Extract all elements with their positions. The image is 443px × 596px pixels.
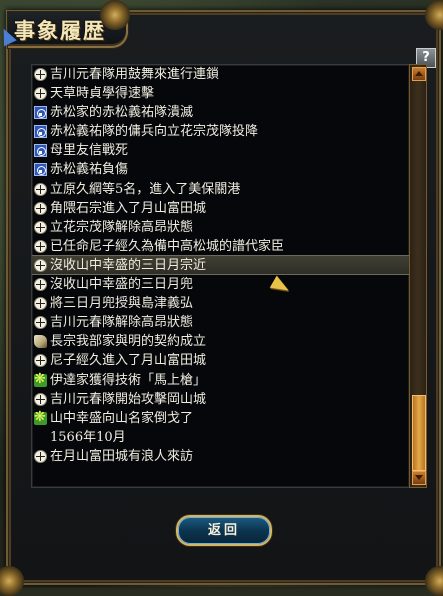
list-item[interactable]: 立花宗茂隊解除高昂狀態 — [32, 218, 409, 237]
return-button[interactable]: 返回 — [176, 515, 272, 546]
cross-icon — [34, 182, 47, 196]
cross-icon — [34, 392, 47, 406]
cross-icon — [34, 354, 47, 368]
list-item[interactable]: 吉川元春隊解除高昂狀態 — [32, 313, 409, 332]
list-item-label: 沒收山中幸盛的三日月宗近 — [50, 257, 207, 273]
event-list: 吉川元春隊用鼓舞來進行連鎖 天草時貞學得速擊赤松家的赤松義祐隊潰滅赤松義祐隊的傭兵… — [32, 65, 409, 466]
clan-icon — [34, 144, 47, 158]
list-item-label: 在月山富田城有浪人來訪 — [50, 448, 194, 464]
scroll-thumb[interactable] — [412, 395, 426, 471]
cross-icon — [34, 220, 47, 234]
scrollbar[interactable] — [409, 64, 427, 488]
list-item[interactable]: 角隈石宗進入了月山富田城 — [32, 199, 409, 218]
treaty-icon — [34, 335, 47, 349]
list-item[interactable]: 吉川元春隊用鼓舞來進行連鎖 — [32, 65, 409, 84]
list-item-label: 吉川元春隊開始攻擊岡山城 — [50, 391, 207, 407]
list-item-label: 伊達家獲得技術「馬上槍」 — [50, 372, 207, 388]
dialog-title: 事象履歴 — [14, 18, 106, 43]
list-item[interactable]: 沒收山中幸盛的三日月兜 — [32, 275, 409, 294]
list-item-label: 吉川元春隊用鼓舞來進行連鎖 — [50, 67, 220, 82]
list-item-label: 立花宗茂隊解除高昂狀態 — [50, 219, 194, 235]
clan-icon — [34, 163, 47, 177]
list-item-label: 已任命尼子經久為備中高松城的譜代家臣 — [50, 238, 285, 254]
list-item[interactable]: 沒收山中幸盛的三日月宗近 — [32, 254, 409, 276]
list-item-label: 將三日月兜授與島津義弘 — [50, 296, 194, 312]
list-item[interactable]: 山中幸盛向山名家倒戈了 — [32, 408, 409, 428]
corner-ornament-icon — [425, 566, 443, 596]
list-item-label: 赤松義祐隊的傭兵向立花宗茂隊投降 — [50, 124, 259, 140]
cross-icon — [34, 278, 47, 292]
list-item[interactable]: 伊達家獲得技術「馬上槍」 — [32, 370, 409, 390]
corner-ornament-icon — [425, 0, 443, 30]
scroll-up-icon[interactable] — [412, 67, 426, 81]
list-item[interactable]: 尼子經久進入了月山富田城 — [32, 351, 409, 370]
list-item[interactable]: 母里友信戰死 — [32, 141, 409, 160]
event-list-panel[interactable]: 吉川元春隊用鼓舞來進行連鎖 天草時貞學得速擊赤松家的赤松義祐隊潰滅赤松義祐隊的傭兵… — [31, 64, 410, 488]
list-item-label: 山中幸盛向山名家倒戈了 — [50, 410, 194, 426]
cross-icon — [34, 239, 47, 253]
list-item[interactable]: 將三日月兜授與島津義弘 — [32, 294, 409, 313]
corner-ornament-icon — [0, 566, 24, 596]
list-item[interactable]: 赤松義祐隊的傭兵向立花宗茂隊投降 — [32, 122, 409, 141]
clan-icon — [34, 125, 47, 139]
list-item[interactable]: 赤松義祐負傷 — [32, 160, 409, 179]
list-item-label: 赤松家的赤松義祐隊潰滅 — [50, 105, 194, 121]
list-item[interactable]: 在月山富田城有浪人來訪 — [32, 447, 409, 466]
list-item-label: 角隈石宗進入了月山富田城 — [50, 200, 207, 216]
list-item[interactable]: 已任命尼子經久為備中高松城的譜代家臣 — [32, 237, 409, 256]
list-item[interactable]: 吉川元春隊開始攻擊岡山城 — [32, 390, 409, 409]
list-item-label: 尼子經久進入了月山富田城 — [50, 353, 207, 369]
list-item[interactable]: 長宗我部家與明的契約成立 — [32, 332, 409, 351]
tech-icon — [34, 370, 47, 389]
date-header: 1566年10月 — [32, 428, 409, 447]
list-item[interactable]: 赤松家的赤松義祐隊潰滅 — [32, 103, 409, 122]
cross-icon — [34, 87, 47, 101]
cross-icon — [34, 201, 47, 215]
list-item[interactable]: 立原久綱等5名，進入了美保關港 — [32, 180, 409, 199]
scroll-down-icon[interactable] — [412, 471, 426, 485]
list-item-label: 天草時貞學得速擊 — [50, 86, 155, 102]
cross-icon — [34, 258, 47, 272]
cross-icon — [34, 297, 47, 311]
tech-icon — [34, 408, 47, 427]
cross-icon — [34, 316, 47, 330]
list-item-label: 母里友信戰死 — [50, 143, 129, 159]
list-item-label: 沒收山中幸盛的三日月兜 — [50, 277, 194, 293]
cross-icon — [34, 68, 47, 81]
list-item[interactable]: 天草時貞學得速擊 — [32, 84, 409, 103]
list-item-label: 吉川元春隊解除高昂狀態 — [50, 315, 194, 331]
clan-icon — [34, 106, 47, 120]
list-item-label: 長宗我部家與明的契約成立 — [50, 334, 207, 350]
list-item-label: 立原久綱等5名，進入了美保關港 — [50, 181, 241, 197]
cross-icon — [34, 449, 47, 463]
corner-ornament-icon — [100, 0, 130, 30]
list-item-label: 赤松義祐負傷 — [50, 162, 129, 178]
list-item-label: 1566年10月 — [50, 429, 126, 445]
